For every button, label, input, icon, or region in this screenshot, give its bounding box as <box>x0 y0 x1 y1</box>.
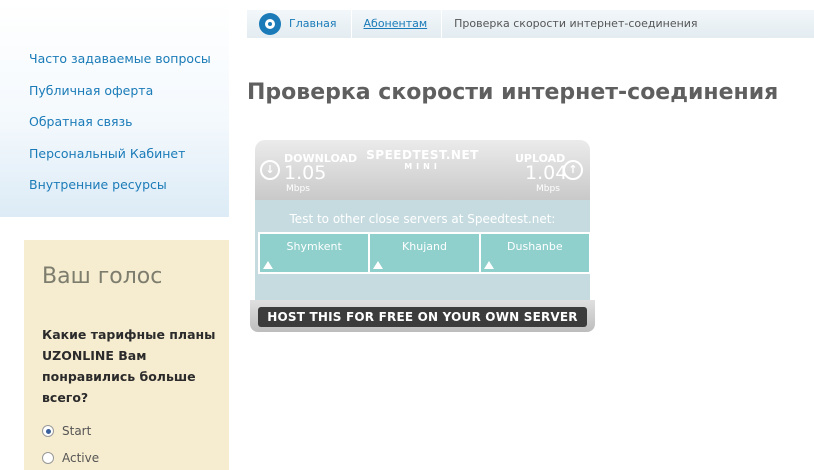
vote-option-label: Start <box>62 424 92 438</box>
upload-unit: Mbps <box>536 184 560 194</box>
vote-option-label: Active <box>62 451 100 465</box>
triangle-icon <box>263 261 273 269</box>
speedtest-widget: ↓ DOWNLOAD 1.05 Mbps SPEEDTEST.NET MINI … <box>250 140 595 332</box>
vote-option-start[interactable]: Start <box>42 424 91 438</box>
page-title: Проверка скорости интернет-соединения <box>247 80 779 105</box>
sidebar-item-faq[interactable]: Часто задаваемые вопросы <box>29 43 229 75</box>
sidebar-item-internal-resources[interactable]: Внутренние ресурсы <box>29 169 229 201</box>
breadcrumb-section[interactable]: Абонентам <box>364 10 443 38</box>
download-unit: Mbps <box>286 184 310 194</box>
upload-value: 1.04 <box>525 162 568 184</box>
radio-selected-icon[interactable] <box>42 425 54 437</box>
breadcrumb-home[interactable]: Главная <box>289 10 352 38</box>
triangle-icon <box>483 261 494 269</box>
server-shymkent[interactable]: Shymkent <box>260 234 371 272</box>
vote-box: Ваш голос Какие тарифные планы UZONLINE … <box>24 240 229 470</box>
server-list: Shymkent Khujand Dushanbe <box>258 232 591 274</box>
upload-arrow-icon: ↑ <box>563 160 583 180</box>
triangle-icon <box>373 261 384 269</box>
sidebar-list: Часто задаваемые вопросы Публичная оферт… <box>0 0 229 201</box>
vote-option-active[interactable]: Active <box>42 451 99 465</box>
server-name: Dushanbe <box>507 240 563 253</box>
sidebar-item-feedback[interactable]: Обратная связь <box>29 106 229 138</box>
server-dushanbe[interactable]: Dushanbe <box>481 234 589 272</box>
breadcrumb-current: Проверка скорости интернет-соединения <box>454 17 698 30</box>
breadcrumb: Главная Абонентам Проверка скорости инте… <box>247 10 814 38</box>
sidebar-item-offer[interactable]: Публичная оферта <box>29 75 229 107</box>
sidebar-menu: Часто задаваемые вопросы Публичная оферт… <box>0 0 229 217</box>
vote-question: Какие тарифные планы UZONLINE Вам понрав… <box>42 327 216 405</box>
server-name: Khujand <box>402 240 447 253</box>
sidebar-item-personal-cabinet[interactable]: Персональный Кабинет <box>29 138 229 170</box>
server-name: Shymkent <box>286 240 342 253</box>
vote-title: Ваш голос <box>42 264 163 289</box>
speedtest-message: Test to other close servers at Speedtest… <box>289 212 556 226</box>
radio-icon[interactable] <box>42 452 54 464</box>
server-khujand[interactable]: Khujand <box>370 234 481 272</box>
host-banner-link[interactable]: HOST THIS FOR FREE ON YOUR OWN SERVER <box>258 307 587 327</box>
site-logo-icon[interactable] <box>259 13 281 35</box>
